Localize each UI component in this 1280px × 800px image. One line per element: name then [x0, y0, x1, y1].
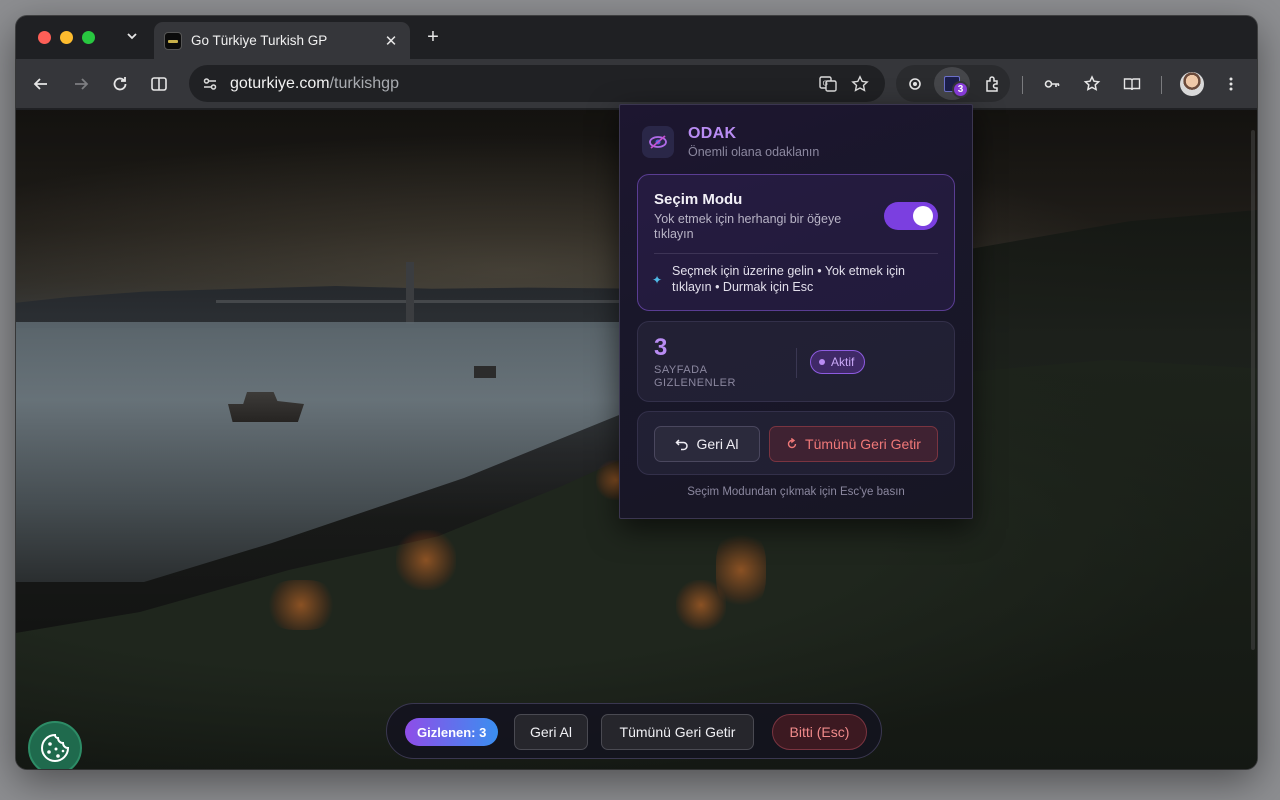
minimize-window-button[interactable] [60, 31, 73, 44]
tab-close-icon[interactable]: ✕ [382, 32, 400, 50]
extensions-group: 3 [896, 65, 1010, 102]
svg-text:G: G [823, 79, 828, 87]
status-badge: Aktif [810, 350, 866, 374]
card-divider [654, 253, 938, 254]
hero-image-boat [474, 366, 496, 378]
undo-button-label: Geri Al [696, 436, 739, 452]
back-arrow-icon[interactable] [28, 71, 54, 97]
reload-icon[interactable] [107, 71, 133, 97]
address-bar[interactable]: goturkiye.com/turkishgp G [189, 65, 885, 102]
chatgpt-extension-icon[interactable] [902, 71, 928, 97]
hero-image-light [396, 530, 456, 590]
toolbar-restore-all-button[interactable]: Tümünü Geri Getir [601, 714, 754, 750]
hidden-count-label: SAYFADA GIZLENENLER [654, 364, 736, 389]
hero-image-bridge-tower [406, 262, 414, 324]
restore-all-button[interactable]: Tümünü Geri Getir [769, 426, 938, 462]
page-scrollbar[interactable] [1251, 130, 1255, 650]
undo-arrow-icon [675, 439, 689, 451]
toggle-knob [913, 206, 933, 226]
popup-subtitle: Önemli olana odaklanın [688, 145, 820, 159]
hidden-count-value: 3 [654, 334, 668, 361]
split-view-icon[interactable] [146, 71, 172, 97]
status-dot-icon [819, 359, 825, 365]
odak-extension-badge: 3 [952, 81, 969, 98]
site-settings-icon[interactable] [198, 72, 222, 96]
hidden-stats-card: 3 SAYFADA GIZLENENLER Aktif [637, 321, 955, 402]
extensions-puzzle-icon[interactable] [980, 71, 1006, 97]
hero-image-bridge [216, 300, 636, 303]
close-window-button[interactable] [38, 31, 51, 44]
selection-mode-hint: Seçmek için üzerine gelin • Yok etmek iç… [672, 264, 905, 294]
tab-search-chevron-down-icon[interactable] [122, 26, 142, 46]
status-text: Aktif [831, 355, 855, 369]
more-menu-kebab-icon[interactable] [1218, 71, 1244, 97]
selection-mode-toggle[interactable] [884, 202, 938, 230]
toolbar-undo-button[interactable]: Geri Al [514, 714, 588, 750]
popup-title: ODAK [688, 125, 737, 142]
active-tab[interactable]: Go Türkiye Turkish GP ✕ [154, 22, 410, 59]
bookmark-star-icon[interactable] [847, 71, 873, 97]
selection-mode-title: Seçim Modu [654, 191, 743, 208]
odak-logo-eye-icon [642, 126, 674, 158]
tab-strip: Go Türkiye Turkish GP ✕ + [16, 16, 1257, 59]
new-tab-plus-icon[interactable]: + [422, 26, 444, 48]
forward-arrow-icon[interactable] [68, 71, 94, 97]
browser-window: Go Türkiye Turkish GP ✕ + goturkiye.com/… [16, 16, 1257, 769]
bookmarks-star-list-icon[interactable] [1079, 71, 1105, 97]
reading-mode-icon[interactable] [1119, 71, 1145, 97]
undo-button[interactable]: Geri Al [654, 426, 760, 462]
url-path: /turkishgp [329, 74, 399, 92]
restore-all-button-label: Tümünü Geri Getir [805, 436, 921, 452]
url-domain: goturkiye.com [230, 74, 330, 92]
selection-mode-description: Yok etmek için herhangi bir öğeye tıklay… [654, 212, 842, 241]
translate-icon[interactable]: G [815, 71, 841, 97]
hero-image-light [266, 580, 336, 630]
toolbar-separator [1022, 76, 1023, 94]
url-text[interactable]: goturkiye.com/turkishgp [230, 75, 815, 93]
browser-toolbar: goturkiye.com/turkishgp G 3 [16, 59, 1257, 109]
cookie-settings-button[interactable] [28, 721, 82, 769]
tab-title: Go Türkiye Turkish GP [191, 33, 328, 48]
selection-mode-card: Seçim Modu Yok etmek için herhangi bir ö… [637, 174, 955, 311]
toolbar-done-button[interactable]: Bitti (Esc) [772, 714, 867, 750]
hero-image-light [676, 580, 726, 630]
selection-toolbar: Gizlenen: 3 Geri Al Tümünü Geri Getir Bi… [386, 703, 882, 759]
popup-footer-hint: Seçim Modundan çıkmak için Esc'ye basın [687, 486, 905, 498]
maximize-window-button[interactable] [82, 31, 95, 44]
toolbar-separator [1161, 76, 1162, 94]
stats-divider [796, 348, 797, 378]
site-favicon-icon [164, 31, 182, 50]
odak-extension-popup: ODAK Önemli olana odaklanın Seçim Modu Y… [619, 104, 973, 519]
sparkle-icon: ✦ [652, 273, 663, 287]
restore-circular-arrow-icon [787, 438, 797, 449]
cookie-icon [41, 733, 70, 762]
actions-card: Geri Al Tümünü Geri Getir [637, 411, 955, 475]
profile-avatar[interactable] [1180, 72, 1204, 96]
hidden-count-badge: Gizlenen: 3 [405, 718, 499, 746]
password-key-icon[interactable] [1039, 71, 1065, 97]
